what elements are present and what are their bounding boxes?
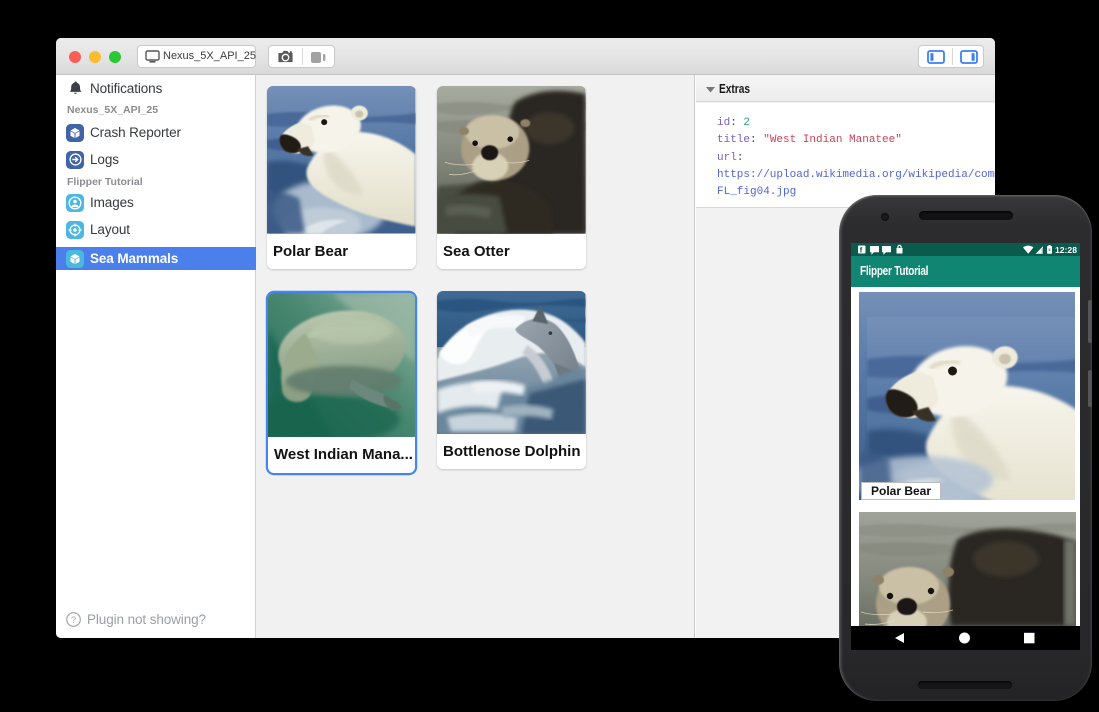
- svg-text:12:28: 12:28: [1055, 245, 1077, 255]
- svg-text:?: ?: [71, 615, 76, 626]
